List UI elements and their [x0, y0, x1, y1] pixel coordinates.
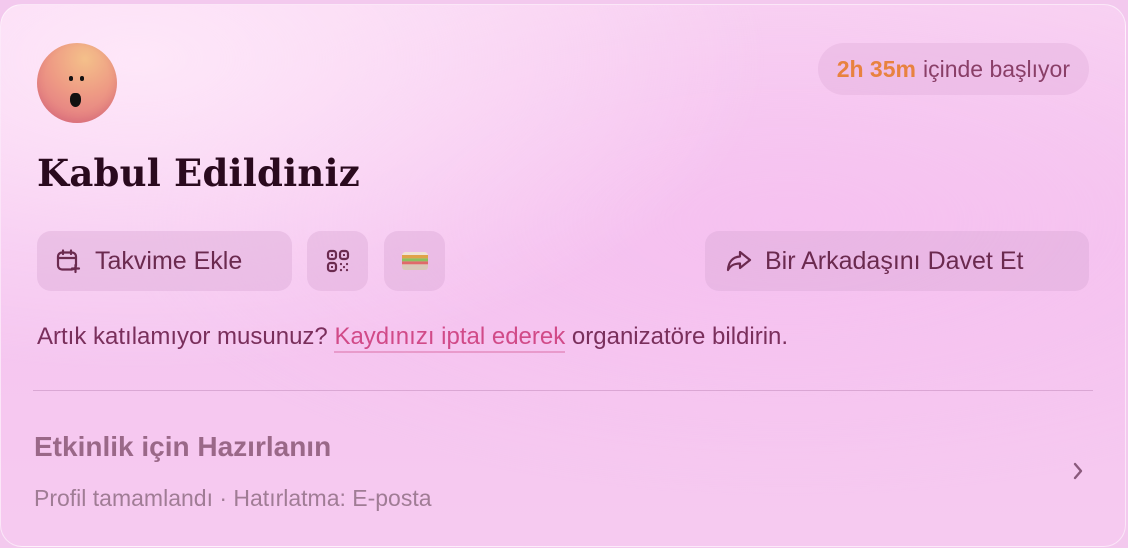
event-registration-card: 2h 35m içinde başlıyor Kabul Edildiniz T… — [0, 4, 1126, 547]
invite-friend-label: Bir Arkadaşını Davet Et — [765, 246, 1024, 275]
status-badge: 2h 35m içinde başlıyor — [817, 43, 1089, 95]
qr-code-icon — [324, 247, 352, 275]
cancel-suffix: organizatöre bildirin. — [571, 323, 789, 350]
avatar-mouth — [70, 93, 81, 107]
qr-code-button[interactable] — [307, 231, 368, 291]
share-arrow-icon — [725, 248, 753, 274]
avatar-eye-left — [69, 76, 73, 81]
divider — [33, 390, 1093, 391]
calendar-add-icon — [55, 248, 81, 274]
wallet-icon — [400, 249, 430, 273]
add-to-calendar-label: Takvime Ekle — [95, 246, 243, 275]
prepare-title: Etkinlik için Hazırlanın — [34, 431, 332, 462]
countdown-suffix: içinde başlıyor — [922, 55, 1070, 82]
avatar-eye-right — [80, 76, 84, 81]
cancel-prefix: Artık katılamıyor musunuz? — [37, 323, 328, 350]
chevron-right-icon — [1071, 460, 1085, 487]
prepare-for-event-row[interactable]: Etkinlik için Hazırlanın Profil tamamlan… — [1, 405, 1125, 535]
wallet-button[interactable] — [384, 231, 445, 291]
cancel-registration-text: Artık katılamıyor musunuz? Kaydınızı ipt… — [37, 323, 789, 353]
prepare-subtitle: Profil tamamlandı · Hatırlatma: E-posta — [34, 485, 432, 511]
avatar — [37, 43, 117, 123]
invite-friend-button[interactable]: Bir Arkadaşını Davet Et — [705, 231, 1089, 291]
countdown-time: 2h 35m — [836, 55, 916, 82]
cancel-registration-link[interactable]: Kaydınızı iptal ederek — [334, 323, 566, 353]
add-to-calendar-button[interactable]: Takvime Ekle — [37, 231, 292, 291]
page-title: Kabul Edildiniz — [37, 151, 360, 195]
